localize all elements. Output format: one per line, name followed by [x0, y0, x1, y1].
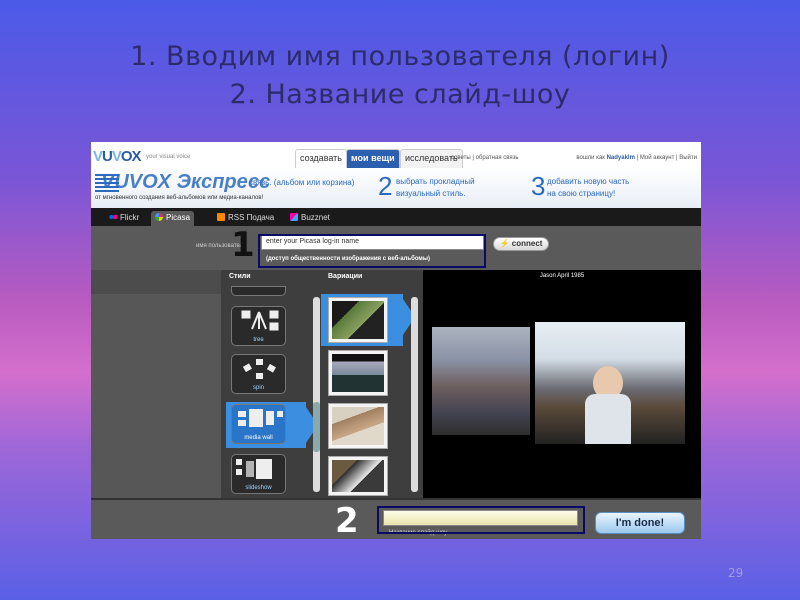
vuvox-screenshot: VUVOX your visual voice создавать мои ве… [91, 142, 701, 539]
style-slideshow[interactable]: slideshow [231, 454, 286, 494]
preview-photo-front [535, 322, 685, 444]
variation-image-4 [332, 460, 384, 492]
express-subtitle: от мгновенного создания веб-альбомов или… [95, 195, 264, 201]
logout-link[interactable]: Выйти [679, 155, 697, 161]
variation-image-1 [332, 301, 384, 339]
annotation-marker-1: 1 [231, 225, 255, 265]
style-media-wall[interactable]: media wall [231, 404, 286, 444]
help-feedback-links[interactable]: советы | обратная связь [451, 155, 519, 161]
slide-title-line2: 2. Название слайд-шоу [229, 79, 571, 110]
preview-photo-back [432, 327, 530, 435]
slide-title: 1. Вводим имя пользователя (логин) 2. На… [0, 38, 800, 114]
connect-label: connect [511, 239, 543, 248]
login-highlight-box [258, 234, 486, 268]
media-wall-icon [238, 409, 283, 427]
done-button[interactable]: I'm done! [595, 512, 685, 534]
step2-line2: визуальный стиль. [396, 189, 466, 198]
step3-line2: на свою страницу! [547, 189, 616, 198]
tab-create[interactable]: создавать [295, 149, 347, 168]
variation-image-3 [332, 407, 384, 445]
styles-scrollbar[interactable] [313, 297, 320, 492]
style-label-spin: spin [252, 385, 264, 391]
slide-number: 29 [728, 566, 744, 580]
style-thumb-partial[interactable] [231, 286, 286, 296]
annotation-marker-2: 2 [335, 501, 359, 539]
step1-text: связь. (альбом или корзина) [249, 178, 355, 187]
style-label-slideshow: slideshow [245, 485, 272, 491]
connect-icon: ⚡ [499, 239, 510, 248]
user-links: вошли как Nadyaklm | Мой аккаунт | Выйти [576, 155, 697, 161]
source-label-flickr: Flickr [120, 213, 140, 222]
source-tab-rss[interactable]: RSS Подача [213, 211, 278, 226]
variation-thumb-4[interactable] [328, 456, 388, 496]
variations-scrollbar[interactable] [411, 297, 418, 492]
preview-pane: Jason April 1985 [423, 270, 701, 498]
tab-my-stuff[interactable]: мои вещи [346, 149, 400, 168]
title-highlight-box [377, 506, 585, 534]
left-pane-strip [91, 270, 221, 294]
step3-line1: добавить новую часть [547, 177, 630, 186]
left-pane [91, 270, 221, 498]
step2-number: 2 [378, 171, 393, 201]
signed-in-label: вошли как [576, 155, 605, 161]
source-tab-picasa[interactable]: Picasa [151, 211, 195, 226]
spin-icon [242, 359, 276, 379]
source-label-rss: RSS Подача [228, 213, 275, 222]
variation-thumb-1[interactable] [328, 297, 388, 343]
source-label-buzznet: Buzznet [301, 213, 330, 222]
step2-text: выбрать прокладный визуальный стиль. [396, 176, 475, 200]
picasa-icon [155, 213, 163, 221]
username-link[interactable]: Nadyaklm [607, 155, 635, 161]
style-label-media-wall: media wall [244, 435, 273, 441]
style-tree[interactable]: tree [231, 306, 286, 346]
style-spin[interactable]: spin [231, 354, 286, 394]
my-account-link[interactable]: Мой аккаунт [640, 155, 674, 161]
variation-image-2 [332, 354, 384, 392]
express-header: VUVOX Экспресс связь. (альбом или корзин… [91, 168, 701, 208]
tree-icon [241, 310, 279, 331]
preview-photo-body [585, 394, 631, 444]
variations-header: Вариации [328, 273, 363, 280]
source-tab-buzznet[interactable]: Buzznet [286, 211, 334, 226]
variation-thumb-2[interactable] [328, 350, 388, 396]
flickr-icon [109, 213, 117, 221]
slideshow-icon [236, 459, 272, 479]
express-title: VUVOX Экспресс [101, 171, 271, 193]
source-tab-flickr[interactable]: Flickr [105, 211, 143, 226]
styles-header: Стили [229, 273, 251, 280]
step3-number: 3 [531, 171, 546, 201]
tagline: your visual voice [146, 154, 191, 160]
buzznet-icon [290, 213, 298, 221]
step3-text: добавить новую часть на свою страницу! [547, 176, 629, 200]
vuvox-logo: VUVOX [93, 148, 142, 165]
connect-button[interactable]: ⚡ connect [493, 237, 549, 251]
source-tabs: Flickr Picasa RSS Подача Buzznet [91, 208, 701, 226]
styles-scrollbar-thumb[interactable] [313, 402, 320, 452]
step2-line1: выбрать прокладный [396, 177, 475, 186]
rss-icon [217, 213, 225, 221]
source-label-picasa: Picasa [166, 213, 191, 222]
preview-title: Jason April 1985 [539, 273, 585, 279]
top-bar: VUVOX your visual voice создавать мои ве… [91, 142, 701, 168]
slide-title-line1: 1. Вводим имя пользователя (логин) [130, 41, 670, 72]
variation-thumb-3[interactable] [328, 403, 388, 449]
style-label-tree: tree [253, 337, 264, 343]
